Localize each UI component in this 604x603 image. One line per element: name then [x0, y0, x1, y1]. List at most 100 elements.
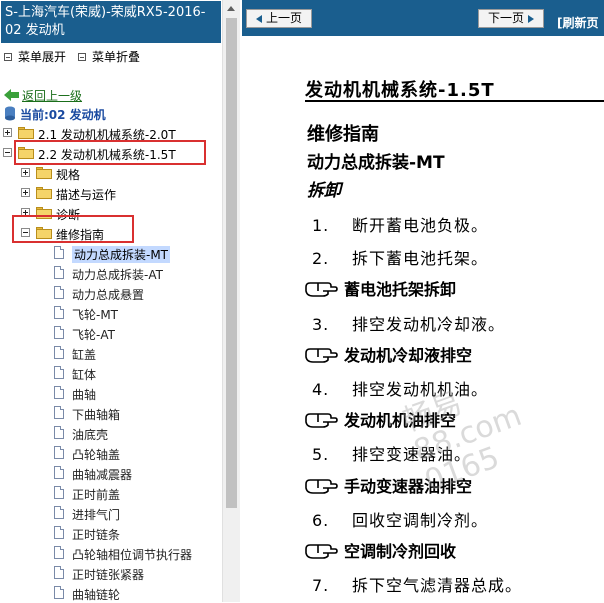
title-divider [305, 100, 604, 102]
tree-leaf-item[interactable]: 飞轮-AT [0, 323, 222, 343]
pointing-hand-icon [305, 348, 338, 363]
tree-leaf-label: 进排气门 [72, 508, 121, 522]
next-page-label: 下一页 [487, 11, 524, 25]
step-item: 3. 排空发动机冷却液。 [312, 315, 506, 334]
scroll-up-arrow-icon[interactable] [223, 0, 240, 17]
expand-toggle-icon[interactable] [21, 168, 30, 177]
tree-leaf-item[interactable]: 正时前盖 [0, 483, 222, 503]
step-item: 2. 拆下蓄电池托架。 [312, 249, 489, 268]
document-title: 发动机机械系统-1.5T [305, 80, 495, 101]
document-icon [54, 426, 64, 439]
document-pane: 上一页 下一页 [刷新页 发动机机械系统-1.5T 维修指南 动力总成拆装-MT… [242, 0, 604, 602]
tree-leaf-label: 曲轴减震器 [72, 468, 133, 482]
tree-leaf-item[interactable]: 动力总成拆装-MT [0, 243, 222, 263]
expand-toggle-icon[interactable] [21, 188, 30, 197]
document-icon [54, 486, 64, 499]
step-item: 6. 回收空调制冷剂。 [312, 511, 489, 530]
tree-leaf-item[interactable]: 正时链张紧器 [0, 563, 222, 583]
vertical-scrollbar[interactable] [222, 0, 240, 602]
right-arrow-icon [528, 14, 534, 23]
document-icon [54, 506, 64, 519]
tree-leaf-item[interactable]: 动力总成拆装-AT [0, 263, 222, 283]
step-item: 1. 断开蓄电池负极。 [312, 216, 489, 235]
tree-leaf-label: 曲轴链轮 [72, 588, 121, 602]
folder-icon [18, 127, 34, 139]
tree-leaf-item[interactable]: 缸体 [0, 363, 222, 383]
tree-leaf-item[interactable]: 下曲轴箱 [0, 403, 222, 423]
left-navigation-pane: S-上海汽车(荣威)-荣威RX5-2016- 02 发动机 菜单展开 菜单折叠 … [0, 0, 240, 602]
highlight-box [12, 215, 134, 243]
next-page-button[interactable]: 下一页 [478, 9, 544, 28]
tree-leaf-item[interactable]: 油底壳 [0, 423, 222, 443]
tree-leaf-label: 缸体 [72, 368, 97, 382]
document-icon [54, 306, 64, 319]
tree-leaf-item[interactable]: 曲轴链轮 [0, 583, 222, 603]
tree-leaf-label: 飞轮-MT [72, 308, 119, 322]
pointing-hand-icon [305, 413, 338, 428]
tree-leaf-item[interactable]: 进排气门 [0, 503, 222, 523]
document-icon [54, 366, 64, 379]
tree-node-specs[interactable]: 规格 [0, 163, 222, 183]
prev-page-label: 上一页 [265, 11, 302, 25]
pointing-hand-icon [305, 544, 338, 559]
back-link-label: 返回上一级 [22, 89, 83, 103]
pointing-hand-icon [305, 282, 338, 297]
tree-leaf-label: 下曲轴箱 [72, 408, 121, 422]
sub-procedure-link[interactable]: 发动机机油排空 [304, 407, 456, 431]
tree-node-label: 规格 [56, 168, 81, 182]
tree-leaf-item[interactable]: 飞轮-MT [0, 303, 222, 323]
document-icon [54, 286, 64, 299]
back-arrow-icon [4, 89, 19, 101]
menu-expand-button[interactable]: 菜单展开 [4, 48, 66, 65]
sub-procedure-link[interactable]: 空调制冷剂回收 [304, 538, 456, 562]
back-link[interactable]: 返回上一级 [0, 85, 222, 105]
expand-icon [4, 52, 12, 61]
document-icon [54, 406, 64, 419]
sub-procedure-link[interactable]: 蓄电池托架拆卸 [304, 276, 456, 300]
document-icon [54, 586, 64, 599]
expand-toggle-icon[interactable] [3, 128, 12, 137]
tree-leaf-label: 正时链条 [72, 528, 121, 542]
menu-bar: 菜单展开 菜单折叠 [0, 48, 222, 66]
section-heading: 维修指南 [307, 124, 379, 145]
collapse-toggle-icon[interactable] [3, 148, 12, 157]
left-arrow-icon [255, 14, 262, 23]
refresh-link[interactable]: [刷新页 [557, 14, 599, 31]
sub-procedure-link[interactable]: 发动机冷却液排空 [304, 342, 472, 366]
document-icon [54, 466, 64, 479]
menu-expand-label: 菜单展开 [18, 50, 67, 64]
menu-collapse-label: 菜单折叠 [92, 50, 141, 64]
tree-leaf-item[interactable]: 缸盖 [0, 343, 222, 363]
sub-procedure-link[interactable]: 手动变速器油排空 [304, 473, 472, 497]
current-location: 当前:02 发动机 [0, 104, 222, 124]
highlight-box [14, 140, 206, 165]
scrollbar-thumb[interactable] [226, 18, 237, 508]
tree-leaf-item[interactable]: 凸轮轴盖 [0, 443, 222, 463]
tree-leaf-label: 曲轴 [72, 388, 97, 402]
collapse-icon [78, 52, 86, 61]
tree-leaf-label: 凸轮轴相位调节执行器 [72, 548, 193, 562]
tree-leaf-label: 缸盖 [72, 348, 97, 362]
document-icon [54, 526, 64, 539]
current-location-label: 当前:02 发动机 [20, 108, 106, 122]
procedure-heading: 动力总成拆装-MT [307, 153, 445, 173]
step-item: 7. 拆下空气滤清器总成。 [312, 576, 523, 595]
menu-collapse-button[interactable]: 菜单折叠 [78, 48, 140, 65]
document-icon [54, 386, 64, 399]
tree-leaf-item[interactable]: 凸轮轴相位调节执行器 [0, 543, 222, 563]
tree-leaf-label: 动力总成悬置 [72, 288, 145, 302]
prev-page-button[interactable]: 上一页 [246, 9, 312, 28]
tree-leaf-item[interactable]: 动力总成悬置 [0, 283, 222, 303]
database-icon [5, 106, 15, 121]
tree-node-description[interactable]: 描述与运作 [0, 183, 222, 203]
tree-leaf-item[interactable]: 曲轴 [0, 383, 222, 403]
page-nav-bar: 上一页 下一页 [刷新页 [242, 0, 604, 36]
document-content: 发动机机械系统-1.5T 维修指南 动力总成拆装-MT 拆卸 1. 断开蓄电池负极… [242, 36, 604, 602]
folder-icon [36, 187, 52, 199]
tree-leaf-item[interactable]: 正时链条 [0, 523, 222, 543]
tree-node-label: 描述与运作 [56, 188, 117, 202]
tree-leaf-item[interactable]: 曲轴减震器 [0, 463, 222, 483]
pointing-hand-icon [305, 479, 338, 494]
tree-leaf-label: 正时前盖 [72, 488, 121, 502]
folder-icon [36, 167, 52, 179]
